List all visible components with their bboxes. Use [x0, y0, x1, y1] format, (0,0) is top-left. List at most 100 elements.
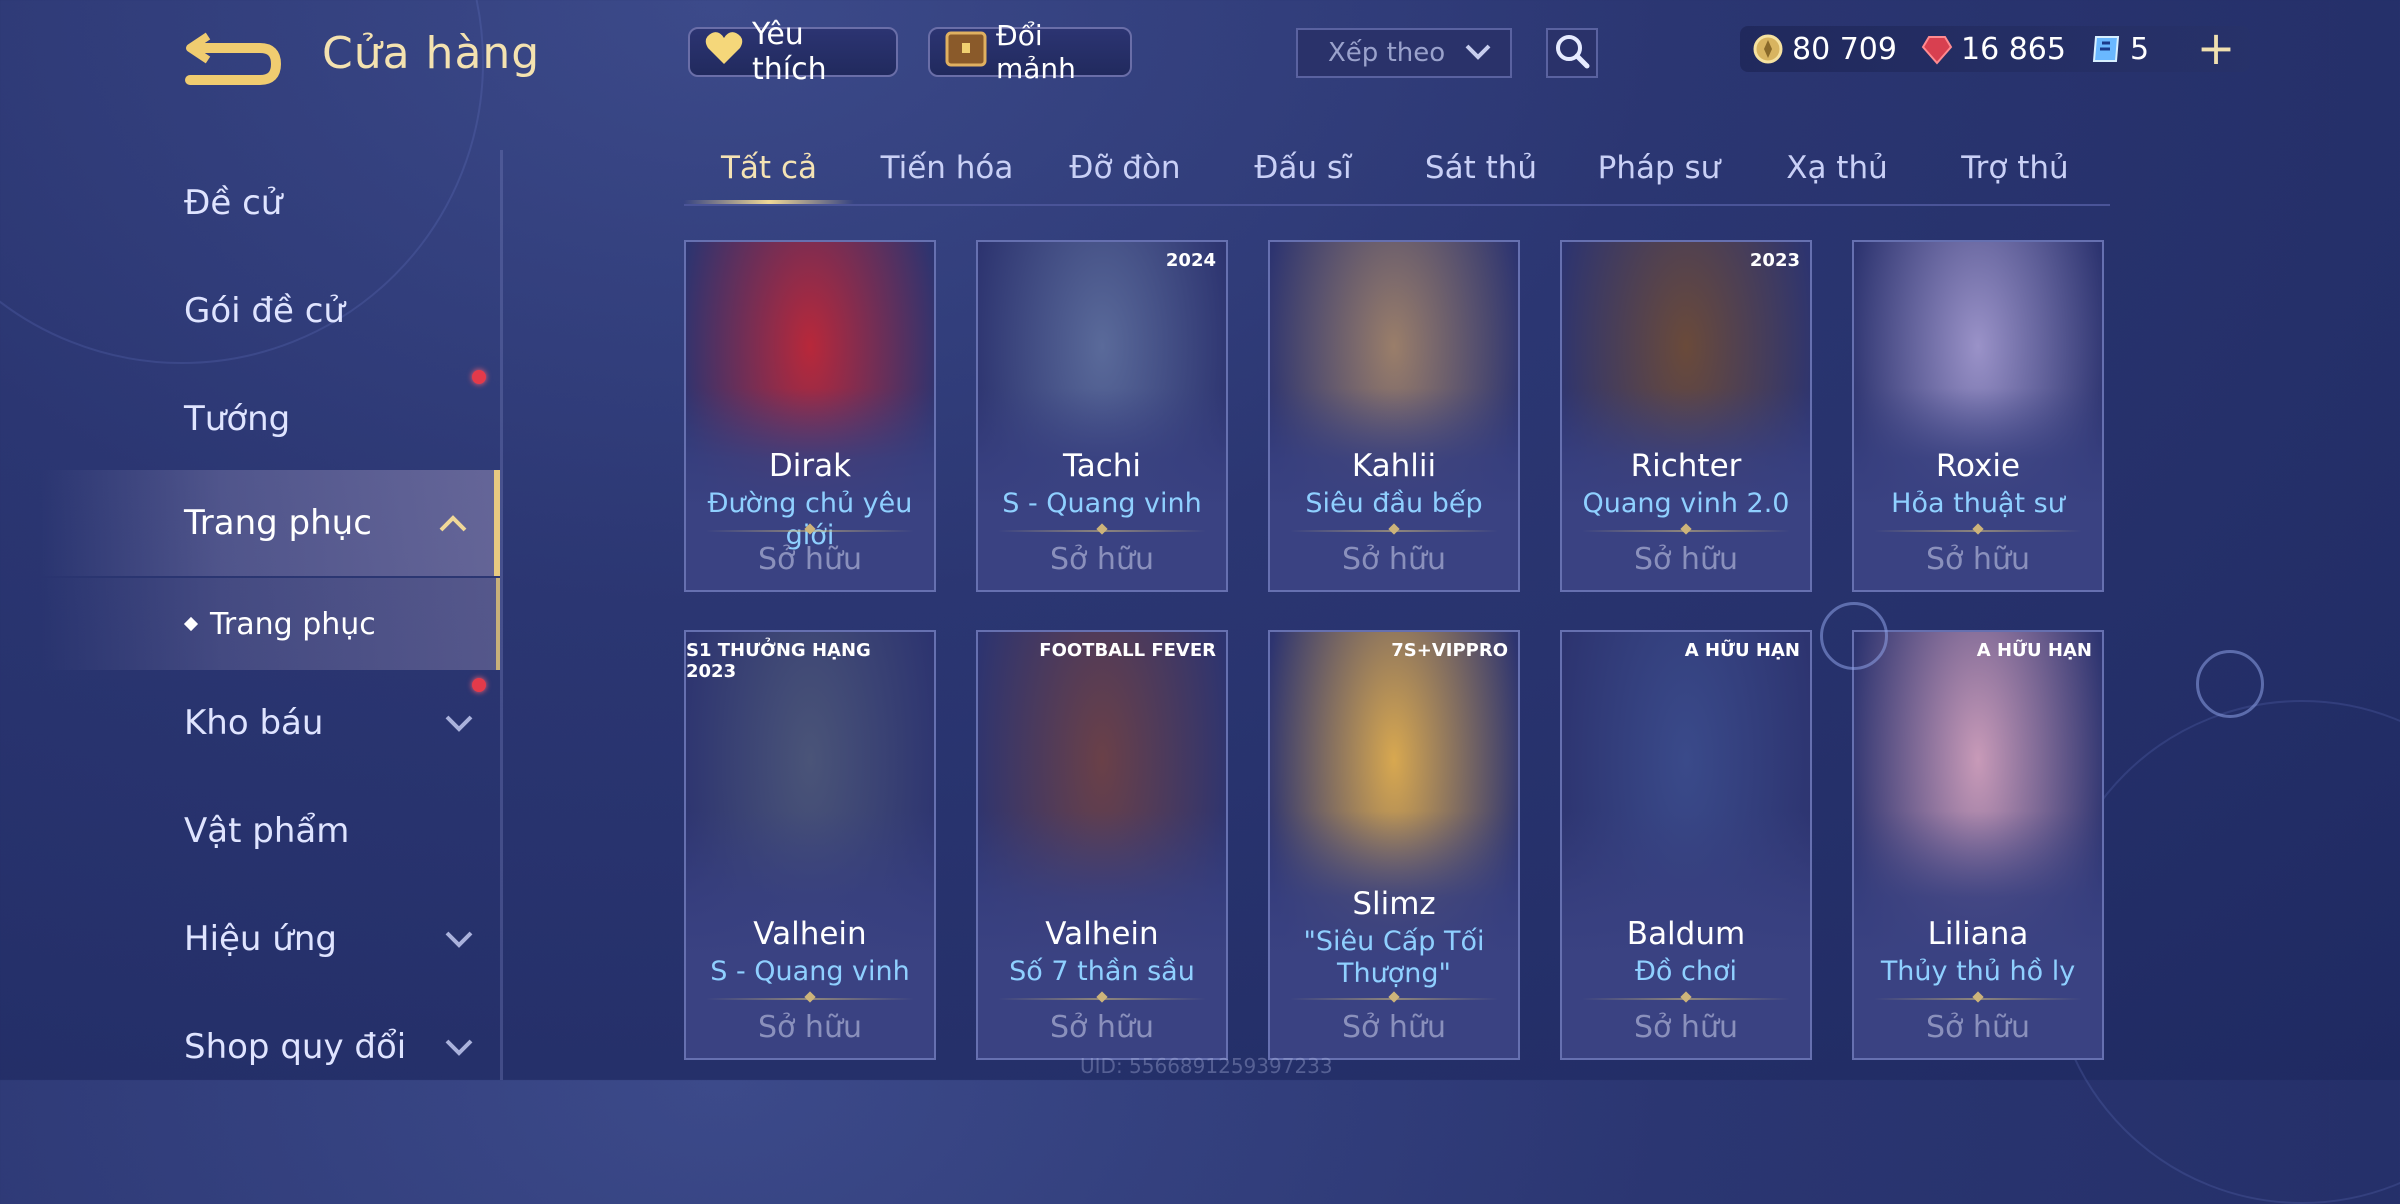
owned-status: Sở hữu [758, 1010, 862, 1045]
hero-name: Roxie [1935, 448, 2021, 484]
sort-dropdown[interactable]: Xếp theo [1296, 28, 1512, 78]
sidebar-divider [500, 150, 503, 1080]
card-separator [1874, 998, 2082, 1000]
floating-marker-icon [1820, 602, 1888, 670]
sidebar-item-label: Kho báu [184, 703, 324, 743]
fragment-label: Đổi mảnh [996, 19, 1076, 85]
sidebar-item-tuong[interactable]: Tướng [40, 366, 500, 472]
skin-card[interactable]: Kahlii Siêu đầu bếp Sở hữu [1268, 240, 1520, 592]
sidebar-item-goi-de-cu[interactable]: Gói đề cử [40, 258, 500, 384]
sidebar: Đề cử Gói đề cử Tướng Trang phục Trang p… [40, 150, 503, 1080]
tab-tat-ca[interactable]: Tất cả [684, 140, 854, 204]
page-title: Cửa hàng [322, 28, 541, 79]
hero-name: Valhein [753, 916, 867, 952]
chevron-down-icon [1464, 38, 1492, 68]
hero-name: Baldum [1626, 916, 1746, 952]
voucher-amount: 5 [2129, 31, 2150, 67]
tab-sat-thu[interactable]: Sát thủ [1396, 140, 1566, 200]
sidebar-item-label: Hiệu ứng [184, 919, 337, 959]
skin-card[interactable]: A HỮU HẠN Liliana Thủy thủ hồ ly Sở hữu [1852, 630, 2104, 1060]
sort-label: Xếp theo [1328, 38, 1446, 68]
sidebar-item-vat-pham[interactable]: Vật phẩm [40, 778, 500, 884]
skin-card[interactable]: S1 THƯỞNG HẠNG 2023 Valhein S - Quang vinh… [684, 630, 936, 1060]
sidebar-item-kho-bau[interactable]: Kho báu [40, 670, 500, 776]
owned-status: Sở hữu [1634, 542, 1738, 577]
card-separator [998, 530, 1206, 532]
tab-dau-si[interactable]: Đấu sĩ [1218, 140, 1388, 200]
hero-name: Liliana [1927, 916, 2029, 952]
skin-name: Đồ chơi [1634, 956, 1737, 987]
hero-name: Kahlii [1351, 448, 1437, 484]
owned-status: Sở hữu [1342, 542, 1446, 577]
sidebar-item-de-cu[interactable]: Đề cử [40, 150, 500, 256]
search-icon [1553, 32, 1591, 74]
floating-marker-icon [2196, 650, 2264, 718]
skin-name: Siêu đầu bếp [1305, 488, 1483, 519]
category-tabs: Tất cả Tiến hóa Đỡ đòn Đấu sĩ Sát thủ Ph… [684, 140, 2110, 206]
add-currency-button[interactable]: + [2196, 25, 2236, 71]
gold-amount: 80 709 [1792, 31, 1897, 67]
skin-name: "Siêu Cấp Tối Thượng" [1303, 926, 1485, 989]
hero-name: Valhein [1045, 916, 1159, 952]
chest-icon [944, 29, 988, 76]
search-button[interactable] [1546, 28, 1598, 78]
sidebar-item-hieu-ung[interactable]: Hiệu ứng [40, 886, 500, 992]
skin-card[interactable]: 7S+VIPPRO Slimz "Siêu Cấp Tối Thượng" Sở hữ… [1268, 630, 1520, 1060]
skin-card[interactable]: 2024 Tachi S - Quang vinh Sở hữu [976, 240, 1228, 592]
skin-name: Số 7 thần sầu [1009, 956, 1195, 987]
owned-status: Sở hữu [1050, 542, 1154, 577]
card-separator [1290, 530, 1498, 532]
voucher-icon [2090, 33, 2122, 65]
skin-card[interactable]: FOOTBALL FEVER Valhein Số 7 thần sầu Sở hữu [976, 630, 1228, 1060]
card-separator [1582, 530, 1790, 532]
currency-voucher: 5 [2090, 32, 2149, 67]
skin-card[interactable]: A HỮU HẠN Baldum Đồ chơi Sở hữu [1560, 630, 1812, 1060]
sidebar-item-label: Gói đề cử [184, 291, 345, 331]
sidebar-item-label: Shop quy đổi [184, 1027, 407, 1067]
owned-status: Sở hữu [758, 542, 862, 577]
sidebar-subitem-trang-phuc[interactable]: Trang phục [40, 578, 500, 670]
diamond-bullet-icon [183, 616, 199, 632]
owned-status: Sở hữu [1050, 1010, 1154, 1045]
owned-status: Sở hữu [1926, 1010, 2030, 1045]
sidebar-item-trang-phuc[interactable]: Trang phục [40, 470, 500, 576]
owned-status: Sở hữu [1926, 542, 2030, 577]
skin-badge: A HỮU HẠN [1976, 640, 2092, 661]
skin-name: S - Quang vinh [710, 956, 910, 987]
skin-name: S - Quang vinh [1002, 488, 1202, 519]
gold-coin-icon [1752, 33, 1784, 65]
skin-name: Thủy thủ hồ ly [1880, 956, 2076, 987]
plus-icon: + [2196, 21, 2236, 75]
currency-ruby: 16 865 [1921, 32, 2066, 67]
sidebar-item-label: Vật phẩm [184, 811, 350, 851]
skin-card[interactable]: 2023 Richter Quang vinh 2.0 Sở hữu [1560, 240, 1812, 592]
skin-badge: 2024 [1165, 250, 1216, 271]
chevron-down-icon [445, 715, 473, 732]
currency-bar: 80 709 16 865 5 [1740, 26, 2250, 72]
tab-tro-thu[interactable]: Trợ thủ [1930, 140, 2100, 200]
skin-badge: FOOTBALL FEVER [1039, 640, 1216, 661]
tab-xa-thu[interactable]: Xạ thủ [1752, 140, 1922, 200]
skin-badge: 2023 [1749, 250, 1800, 271]
card-separator [998, 998, 1206, 1000]
tab-tien-hoa[interactable]: Tiến hóa [862, 140, 1032, 200]
card-separator [1582, 998, 1790, 1000]
skin-badge: S1 THƯỞNG HẠNG 2023 [686, 640, 871, 682]
favorite-button[interactable]: Yêu thích [688, 17, 898, 87]
tab-phap-su[interactable]: Pháp sư [1574, 140, 1744, 200]
sidebar-item-shop-quy-doi[interactable]: Shop quy đổi [40, 994, 500, 1100]
skin-badge: A HỮU HẠN [1684, 640, 1800, 661]
hero-name: Richter [1630, 448, 1742, 484]
back-button[interactable] [180, 30, 290, 92]
chevron-down-icon [445, 931, 473, 948]
skin-card[interactable]: Roxie Hỏa thuật sư Sở hữu [1852, 240, 2104, 592]
fragment-exchange-button[interactable]: Đổi mảnh [928, 19, 1132, 85]
card-separator [1290, 998, 1498, 1000]
tab-do-don[interactable]: Đỡ đòn [1040, 140, 1210, 200]
sidebar-item-label: Tướng [184, 399, 291, 439]
skin-card[interactable]: Dirak Đường chủ yêu giới Sở hữu [684, 240, 936, 592]
sidebar-item-label: Trang phục [184, 503, 372, 543]
hero-name: Dirak [768, 448, 852, 484]
currency-gold: 80 709 [1752, 32, 1897, 67]
chevron-up-icon [439, 515, 467, 532]
